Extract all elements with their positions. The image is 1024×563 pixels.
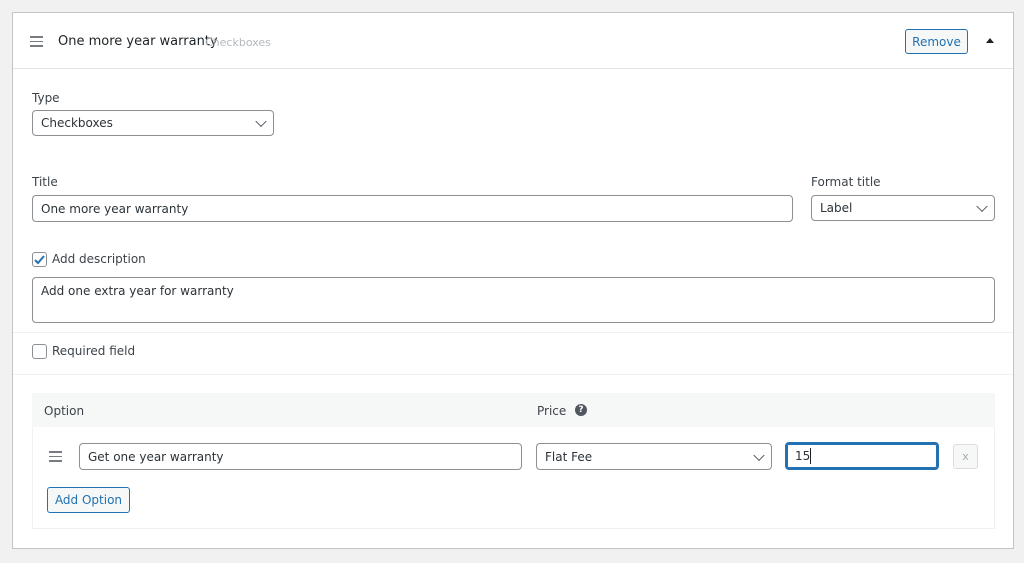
option-name-input[interactable]: Get one year warranty (79, 443, 522, 470)
price-type-value: Flat Fee (545, 449, 593, 464)
price-input[interactable]: 15 (785, 442, 939, 470)
header-divider (13, 68, 1013, 69)
price-type-select[interactable]: Flat Fee (536, 443, 772, 470)
format-title-label: Format title (811, 175, 881, 189)
required-field-checkbox[interactable] (32, 344, 47, 359)
title-input[interactable]: One more year warranty (32, 195, 793, 222)
field-title: One more year warranty (58, 34, 218, 49)
title-label: Title (32, 175, 58, 189)
price-column-header: Price (537, 404, 567, 418)
chevron-down-icon (753, 449, 765, 461)
add-description-label: Add description (52, 252, 146, 266)
chevron-down-icon (255, 115, 267, 128)
add-option-button[interactable]: Add Option (47, 487, 130, 513)
description-textarea[interactable]: Add one extra year for warranty (32, 277, 995, 323)
format-title-select[interactable]: Label (811, 195, 995, 221)
help-icon[interactable]: ? (575, 404, 587, 416)
collapse-toggle-icon[interactable] (986, 38, 994, 43)
divider (13, 332, 1013, 333)
field-type-hint: Checkboxes (205, 36, 271, 49)
type-select[interactable]: Checkboxes (32, 110, 274, 136)
drag-handle-icon[interactable] (30, 36, 43, 50)
add-description-checkbox[interactable] (32, 252, 47, 267)
required-field-label: Required field (52, 344, 136, 358)
remove-option-button[interactable]: x (953, 444, 978, 469)
divider (13, 374, 1013, 375)
checkmark-icon (34, 255, 45, 265)
text-cursor (810, 448, 812, 464)
options-table-header (32, 393, 995, 427)
chevron-down-icon (976, 200, 988, 213)
type-select-value: Checkboxes (41, 116, 113, 130)
price-value: 15 (795, 449, 811, 463)
type-label: Type (32, 91, 60, 105)
option-column-header: Option (44, 404, 85, 418)
format-title-value: Label (820, 201, 853, 215)
row-drag-handle-icon[interactable] (49, 451, 62, 465)
remove-button[interactable]: Remove (905, 29, 968, 54)
